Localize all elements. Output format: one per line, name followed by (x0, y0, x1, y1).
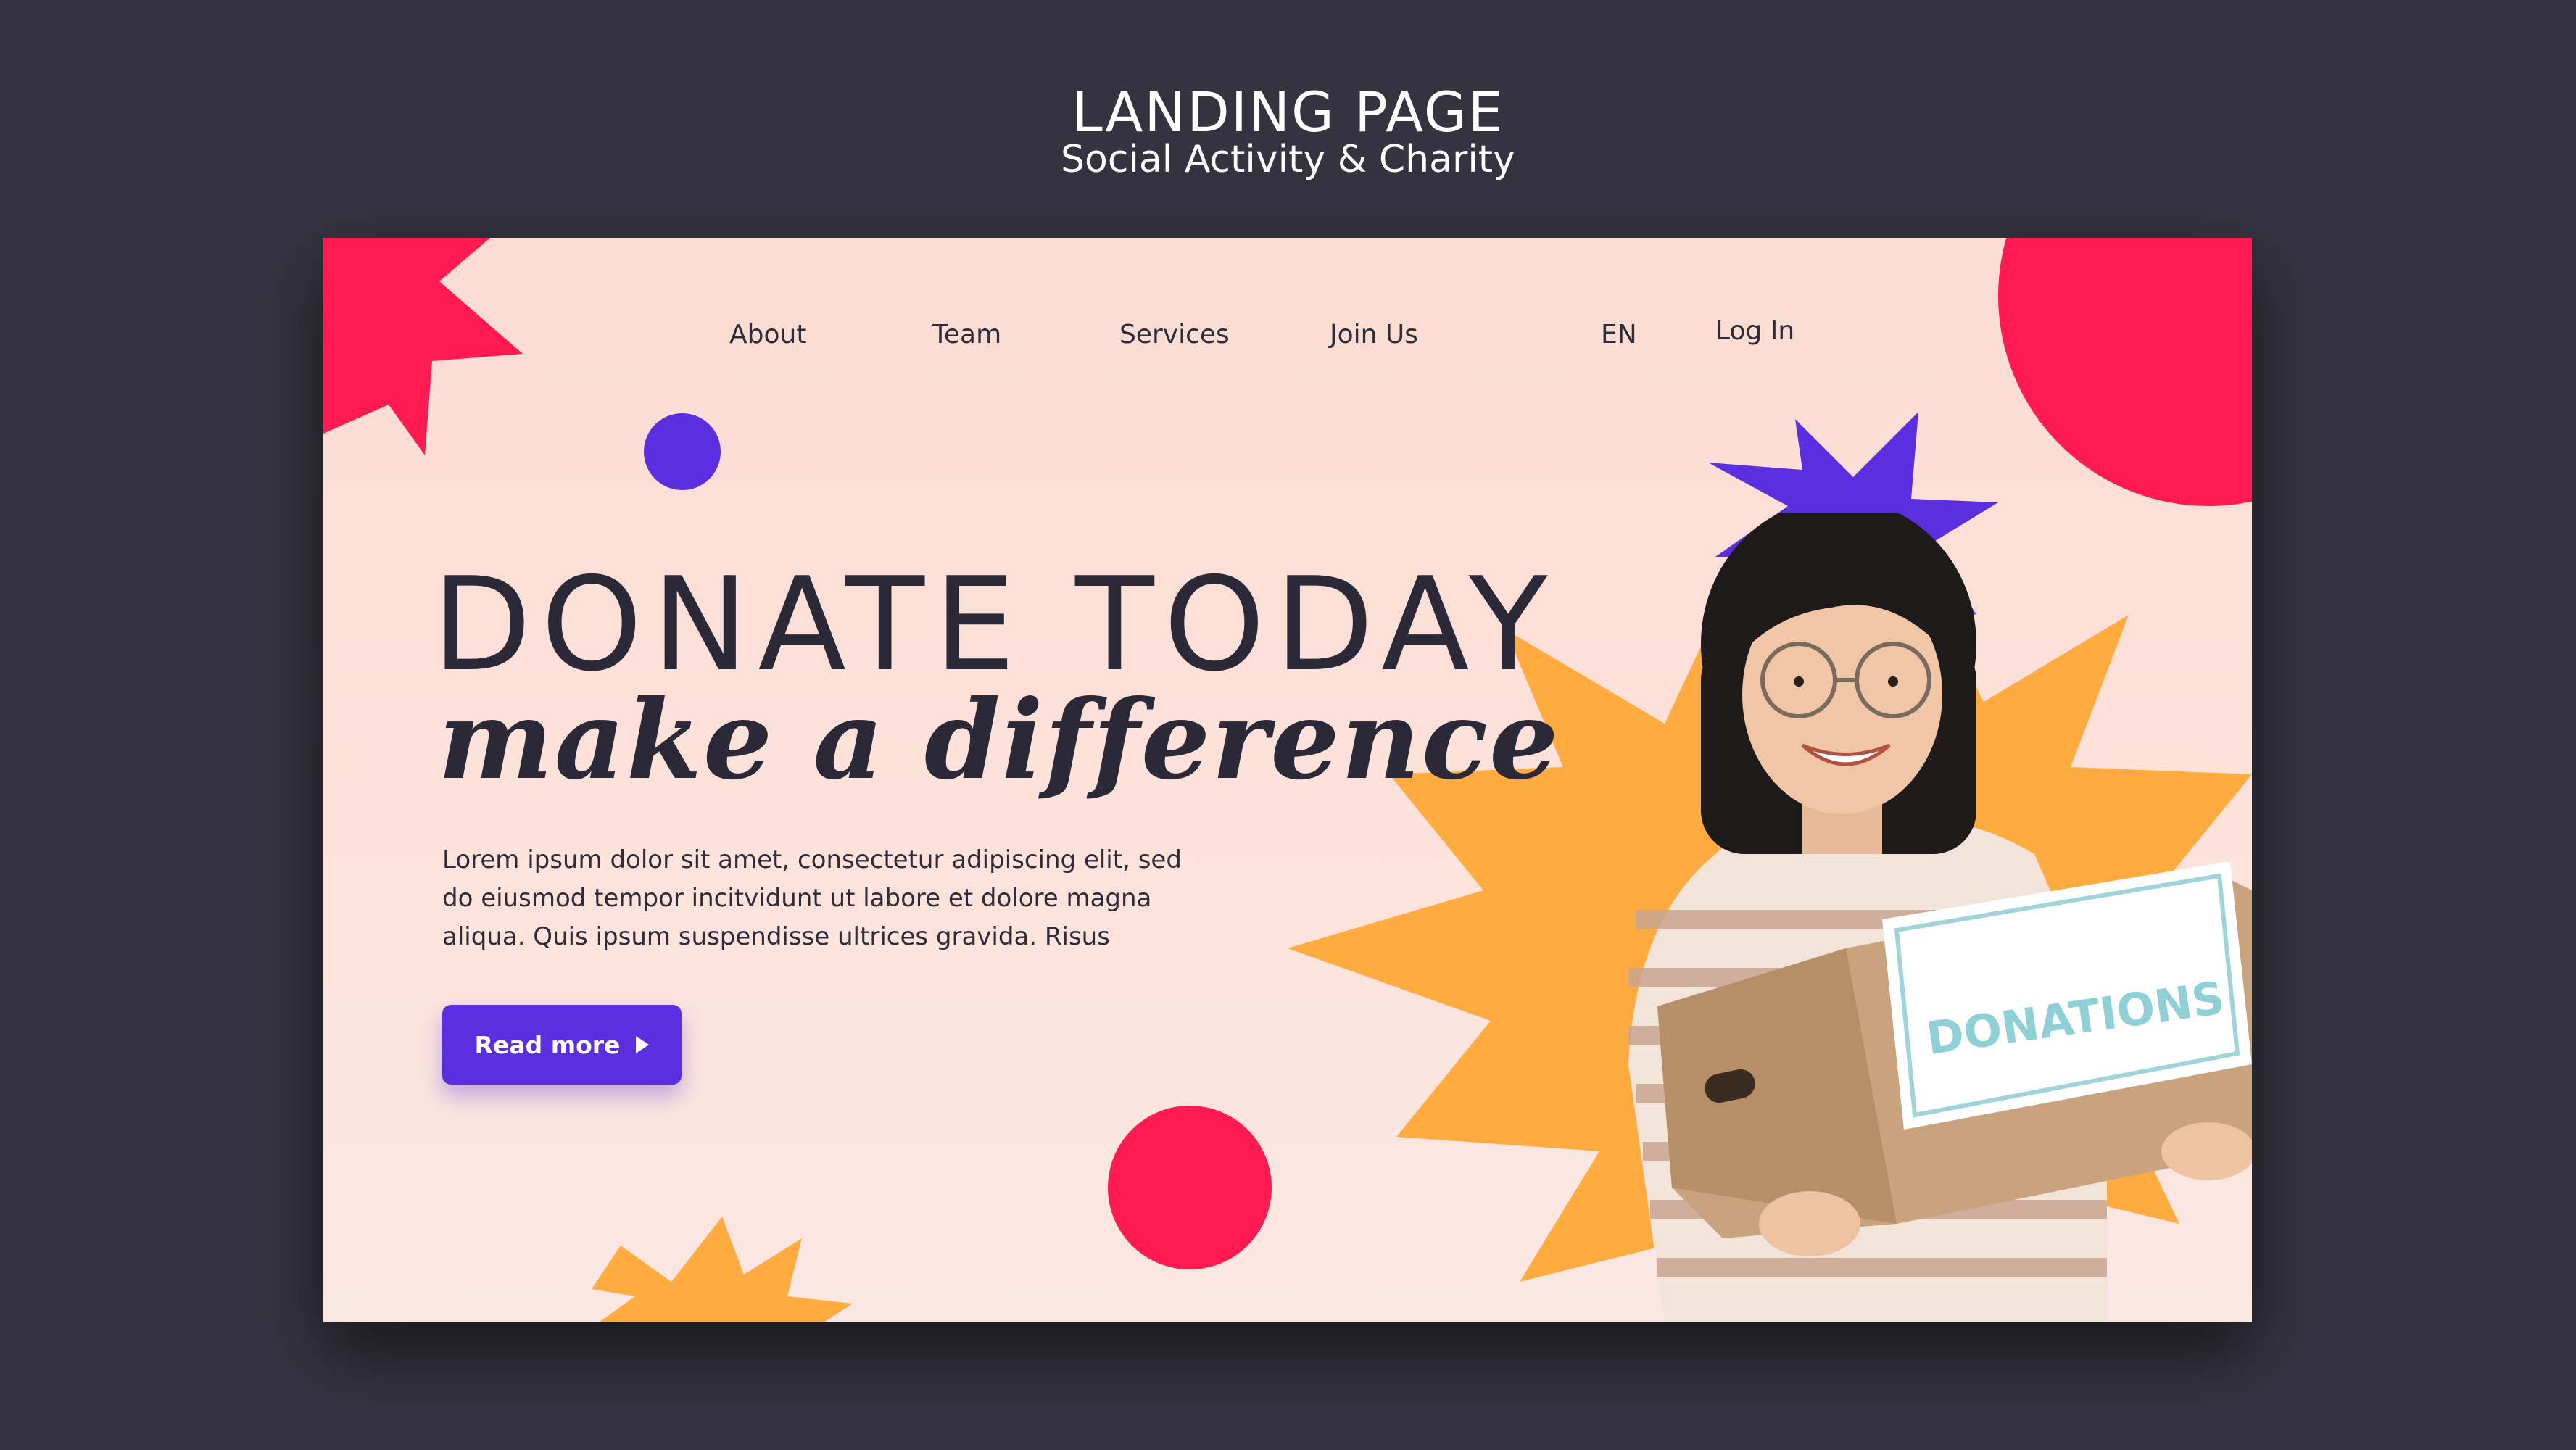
pink-star-decoration (323, 238, 523, 455)
mockup-subtitle: Social Activity & Charity (1061, 138, 1515, 181)
hero-body-text: Lorem ipsum dolor sit amet, consectetur … (442, 845, 1182, 951)
pink-circle-decoration (1998, 238, 2252, 506)
volunteer-photo: DONATIONS (1628, 513, 2252, 1322)
nav-services[interactable]: Services (1119, 320, 1230, 349)
play-triangle-icon (636, 1036, 650, 1053)
nav-about[interactable]: About (729, 320, 806, 349)
landing-page: About Team Services Join Us EN Log In DO… (323, 238, 2252, 1322)
read-more-button[interactable]: Read more (442, 1005, 682, 1085)
pink-dot-decoration (1108, 1106, 1272, 1269)
hero-tagline: make a difference (438, 676, 1560, 804)
purple-dot-decoration (644, 413, 721, 490)
orange-star-decoration (592, 1217, 853, 1322)
read-more-label: Read more (474, 1030, 621, 1059)
language-selector[interactable]: EN (1601, 320, 1637, 349)
nav-join-us[interactable]: Join Us (1330, 320, 1418, 349)
mockup-title: LANDING PAGE (1072, 80, 1504, 144)
login-link[interactable]: Log In (1715, 316, 1794, 346)
nav-team[interactable]: Team (932, 320, 1001, 349)
